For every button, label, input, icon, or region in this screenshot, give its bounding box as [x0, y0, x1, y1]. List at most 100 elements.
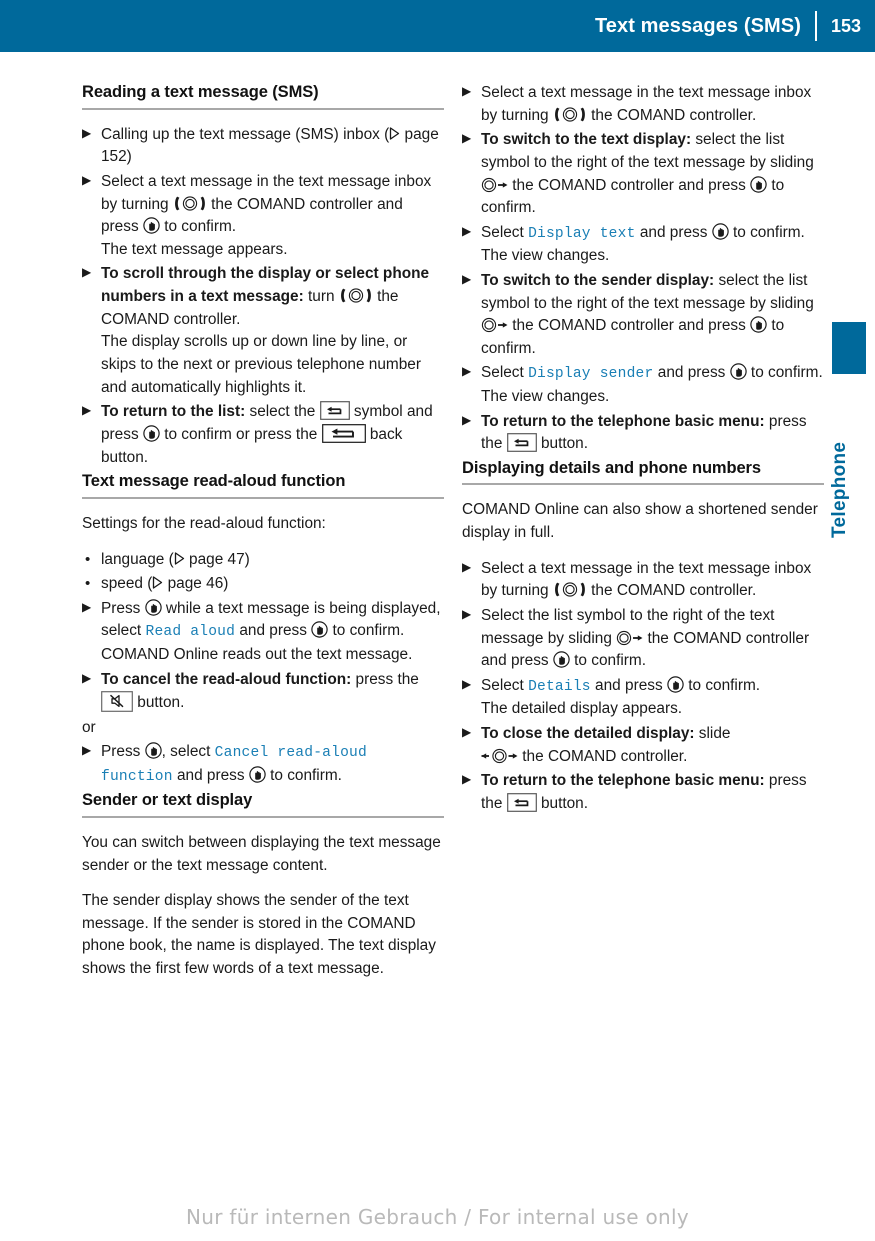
step-text-part: button.	[536, 435, 589, 453]
turn-controller-icon	[554, 582, 586, 598]
step-marker-icon: ▶	[82, 172, 92, 187]
bullet-text: speed ( page 46)	[101, 573, 444, 596]
press-controller-icon	[667, 676, 684, 693]
back-button-icon	[506, 792, 537, 812]
step-marker-icon: ▶	[462, 271, 472, 286]
step-marker-icon: ▶	[462, 676, 472, 691]
slide-right-icon	[616, 630, 644, 646]
bullet-item: • speed ( page 46)	[82, 573, 444, 596]
back-symbol-icon	[319, 401, 350, 421]
step-item: ▶ To return to the list: select the symb…	[82, 401, 444, 469]
step-text: Select Details and press to confirm. The …	[481, 675, 824, 721]
step-marker-icon: ▶	[462, 131, 472, 146]
step-text-part: to confirm.	[746, 364, 823, 382]
step-text: Select a text message in the text messag…	[481, 82, 824, 127]
bullet-text-part: speed (	[101, 575, 153, 593]
press-controller-icon	[144, 742, 162, 760]
step-result: The view changes.	[481, 387, 610, 405]
step-text-part: and press	[235, 622, 312, 640]
step-result: The view changes.	[481, 247, 610, 265]
step-text-part: to confirm or press the	[159, 425, 322, 443]
step-marker-icon: ▶	[82, 125, 92, 140]
slide-right-icon	[481, 177, 508, 193]
step-text: Select Display sender and press to confi…	[481, 362, 824, 408]
heading-reading-text-message: Reading a text message (SMS)	[82, 83, 319, 101]
step-item: ▶ Select a text message in the text mess…	[82, 171, 444, 262]
press-controller-icon	[729, 363, 747, 381]
step-text: To scroll through the display or select …	[101, 263, 444, 399]
step-emphasis: To close the detailed display:	[481, 725, 695, 743]
step-result: The display scrolls up or down line by l…	[101, 333, 421, 396]
heading-rule	[462, 483, 824, 486]
step-text-part: the COMAND controller.	[586, 582, 757, 600]
step-marker-icon: ▶	[82, 599, 92, 614]
step-item: ▶ Select Display text and press to confi…	[462, 222, 824, 268]
back-button-icon	[321, 423, 366, 443]
step-item: ▶ Calling up the text message (SMS) inbo…	[82, 124, 444, 169]
page-reference-triangle-icon	[153, 576, 163, 589]
bullet-text: language ( page 47)	[101, 549, 444, 572]
step-text: Press while a text message is being disp…	[101, 598, 444, 667]
heading-displaying-details: Displaying details and phone numbers	[462, 458, 761, 477]
step-emphasis: To switch to the text display:	[481, 131, 692, 149]
page-title: Text messages (SMS)	[594, 14, 801, 37]
step-item: ▶ To switch to the text display: select …	[462, 129, 824, 220]
step-text: Select the list symbol to the right of t…	[481, 605, 824, 673]
command-display-sender[interactable]: Display sender	[528, 366, 653, 382]
right-column: ▶ Select a text message in the text mess…	[462, 82, 824, 994]
step-text-part: press the	[351, 670, 419, 688]
step-result: COMAND Online reads out the text message…	[101, 645, 413, 663]
heading-rule	[82, 107, 444, 110]
bullet-text-part: page 47)	[184, 550, 250, 568]
step-text-part: to confirm.	[569, 652, 646, 670]
step-emphasis: To return to the telephone basic menu:	[481, 772, 765, 790]
press-controller-icon	[750, 316, 767, 333]
step-item: ▶ To switch to the sender display: selec…	[462, 270, 824, 361]
turn-controller-icon	[174, 195, 206, 211]
step-marker-icon: ▶	[462, 223, 472, 238]
sender-display-paragraph-1: You can switch between displaying the te…	[82, 833, 441, 874]
turn-controller-icon	[554, 106, 586, 122]
step-item: ▶ Select the list symbol to the right of…	[462, 605, 824, 673]
step-item: ▶ Select Details and press to confirm. Th…	[462, 675, 824, 721]
sender-display-paragraph-2: The sender display shows the sender of t…	[82, 892, 436, 978]
press-controller-icon	[143, 217, 160, 234]
step-text-part: Select	[481, 676, 529, 694]
command-display-text[interactable]: Display text	[528, 226, 636, 242]
command-read-aloud[interactable]: Read aloud	[145, 624, 235, 640]
step-text-part: button.	[536, 794, 589, 812]
step-text-part: and press	[635, 223, 712, 241]
step-item: ▶ Press , select Cancel read-aloud funct…	[82, 741, 444, 788]
step-emphasis: To switch to the sender display:	[481, 271, 715, 289]
slide-right-icon	[481, 317, 508, 333]
step-text-part: Calling up the text message (SMS) inbox …	[101, 125, 390, 143]
footer-watermark: Nur für internen Gebrauch / For internal…	[185, 1205, 690, 1229]
step-text-part: to confirm.	[683, 676, 761, 694]
back-button-icon	[506, 433, 537, 453]
heading-rule	[82, 815, 444, 818]
step-text: To switch to the sender display: select …	[481, 270, 824, 361]
slide-left-right-icon	[481, 748, 518, 764]
command-details[interactable]: Details	[528, 679, 591, 695]
read-aloud-intro: Settings for the read-aloud function:	[82, 514, 326, 532]
step-text: Select a text message in the text messag…	[481, 558, 824, 603]
step-item: ▶ Select a text message in the text mess…	[462, 82, 824, 127]
step-marker-icon: ▶	[82, 403, 92, 418]
details-intro: COMAND Online can also show a shortened …	[462, 501, 818, 542]
step-emphasis: To cancel the read-aloud function:	[101, 670, 352, 688]
bullet-text-part: page 46)	[163, 575, 229, 593]
step-marker-icon: ▶	[462, 559, 472, 574]
step-text-part: the COMAND controller and press	[508, 176, 751, 194]
step-text-part: the COMAND controller.	[586, 106, 757, 124]
step-text-part: to confirm.	[159, 218, 237, 236]
step-marker-icon: ▶	[462, 412, 472, 427]
step-text: Calling up the text message (SMS) inbox …	[101, 124, 444, 169]
step-item: ▶ Select a text message in the text mess…	[462, 558, 824, 603]
step-item: ▶ Press while a text message is being di…	[82, 598, 444, 667]
step-marker-icon: ▶	[82, 743, 92, 758]
heading-rule	[82, 496, 444, 499]
bullet-text-part: language (	[101, 550, 174, 568]
step-text: To return to the telephone basic menu: p…	[481, 411, 824, 456]
step-text: To cancel the read-aloud function: press…	[101, 669, 444, 715]
bullet-marker-icon: •	[85, 575, 91, 593]
